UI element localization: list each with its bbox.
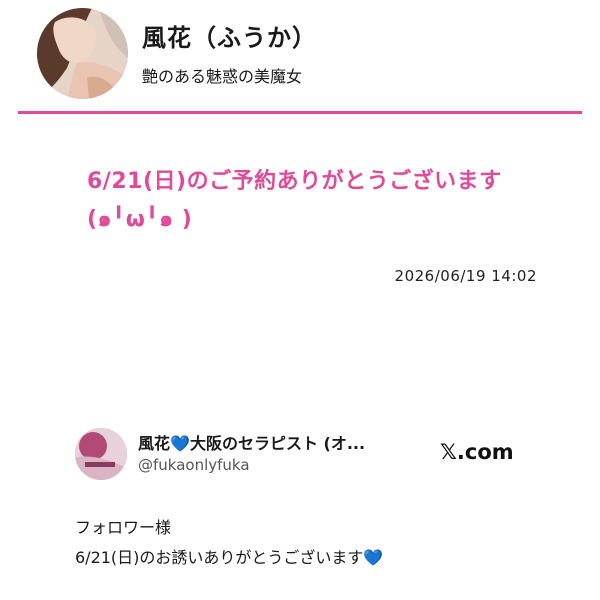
profile-header: 風花（ふうか） 艶のある魅惑の美魔女 xyxy=(0,0,600,112)
x-avatar[interactable] xyxy=(75,428,127,480)
x-post-body: フォロワー様 6/21(日)のお誘いありがとうございます💙 xyxy=(75,513,383,573)
profile-tagline: 艶のある魅惑の美魔女 xyxy=(142,67,303,86)
x-handle[interactable]: @fukaonlyfuka xyxy=(138,456,250,474)
x-display-name[interactable]: 風花💙大阪のセラピスト (オ... xyxy=(138,430,365,454)
x-brand-text: .com xyxy=(456,440,514,464)
x-post-line-1: フォロワー様 xyxy=(75,518,172,537)
x-logo-icon: 𝕏 xyxy=(440,440,457,464)
post-date: 2026/06/19 14:02 xyxy=(394,267,537,285)
profile-avatar[interactable] xyxy=(37,8,128,99)
profile-name: 風花（ふうか） xyxy=(142,24,317,52)
x-post-line-2: 6/21(日)のお誘いありがとうございます💙 xyxy=(75,543,383,573)
post-title: 6/21(日)のご予約ありがとうございます(๑╹ω╹๑ ) xyxy=(87,169,502,232)
blue-heart-icon: 💙 xyxy=(363,548,384,567)
x-post-line-2-text: 6/21(日)のお誘いありがとうございます xyxy=(75,548,364,567)
x-display-name-rest: 大阪のセラピスト (オ... xyxy=(189,434,366,453)
x-display-name-text: 風花 xyxy=(138,434,171,453)
x-embed-card[interactable]: 風花💙大阪のセラピスト (オ... @fukaonlyfuka 𝕏.com フォ… xyxy=(0,410,600,600)
x-com-link[interactable]: 𝕏.com xyxy=(440,440,514,464)
blog-page: 風花（ふうか） 艶のある魅惑の美魔女 6/21(日)のご予約ありがとうございます… xyxy=(0,0,600,600)
header-divider xyxy=(18,111,582,114)
blue-heart-icon: 💙 xyxy=(170,434,190,453)
